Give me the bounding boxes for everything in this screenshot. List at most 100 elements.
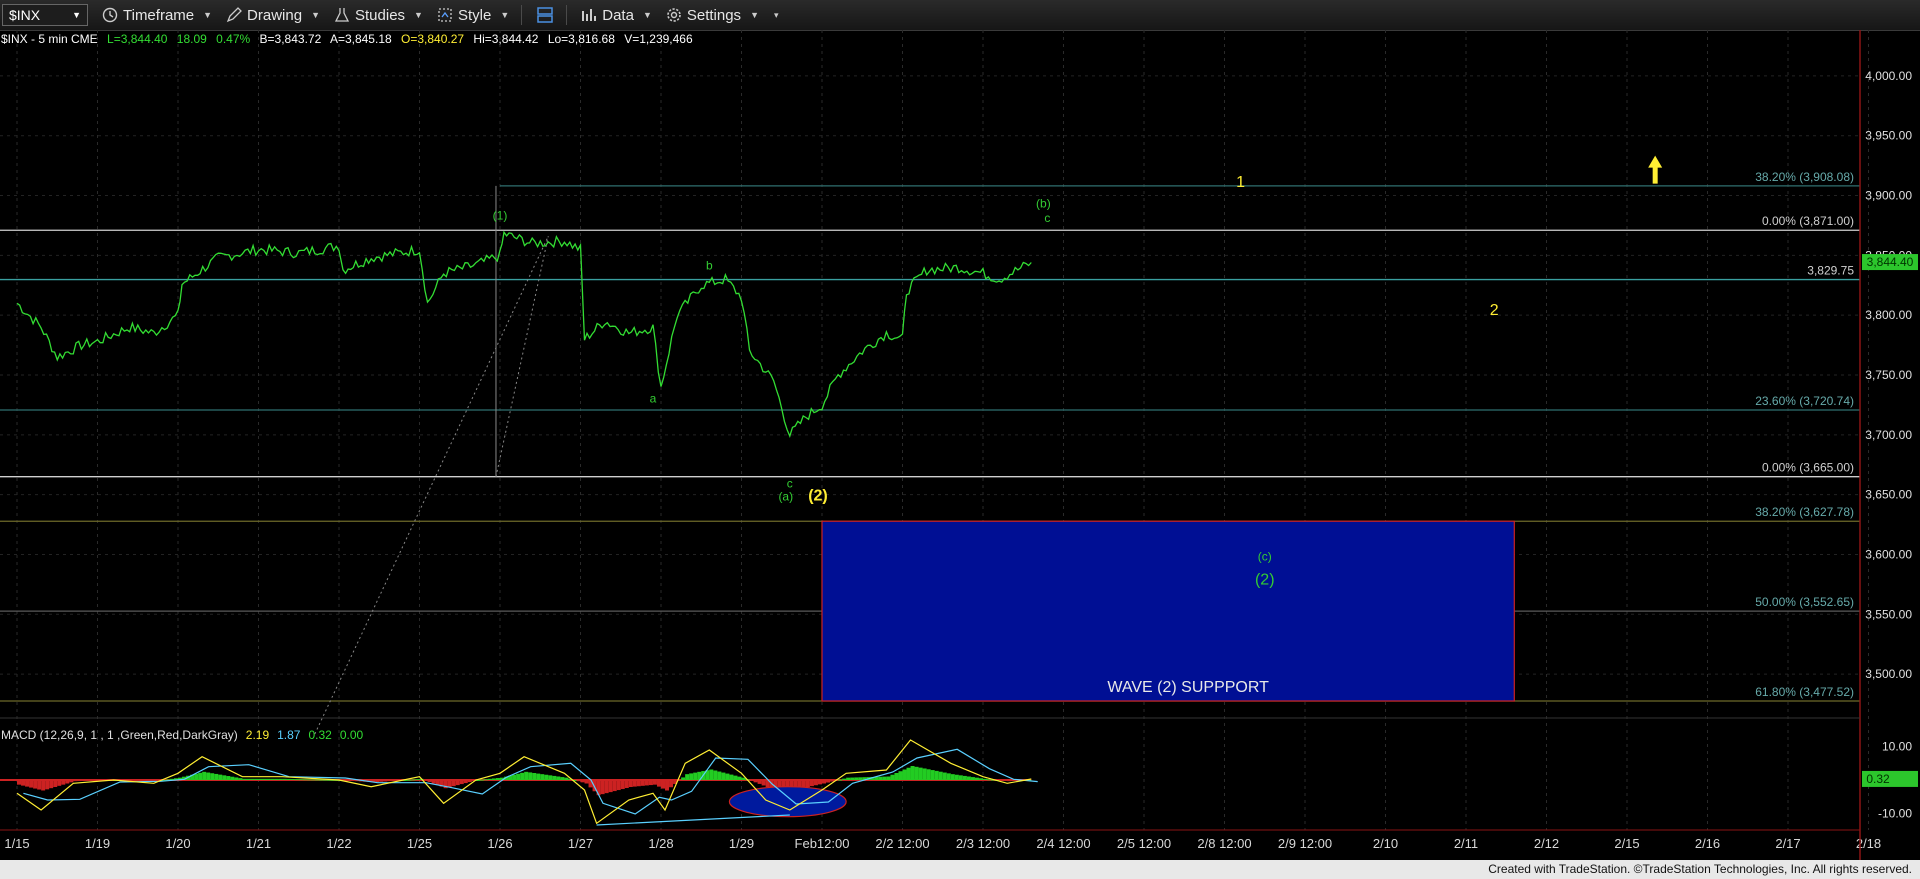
macd-histogram-bar <box>415 779 420 781</box>
support-box-label: WAVE (2) SUPPPORT <box>1107 679 1269 696</box>
macd-histogram-bar <box>689 773 694 780</box>
macd-histogram-bar <box>922 768 927 780</box>
macd-histogram-bar <box>926 769 931 780</box>
macd-histogram-bar <box>222 775 227 780</box>
chevron-down-icon[interactable]: ▼ <box>72 10 81 20</box>
macd-histogram-bar <box>805 780 810 787</box>
macd-label: MACD (12,26,9, 1 , 1 ,Green,Red,DarkGray… <box>1 728 238 742</box>
macd-histogram-bar <box>978 778 983 780</box>
overflow-chevron-icon[interactable]: ▾ <box>774 10 779 21</box>
macd-histogram-bar <box>741 777 746 780</box>
symbol-input[interactable]: $INX ▼ <box>2 4 88 26</box>
macd-histogram-bar <box>69 780 74 783</box>
change-percent: 0.47% <box>216 32 250 46</box>
macd-histogram-bar <box>194 773 199 780</box>
macd-histogram-bar <box>278 778 283 780</box>
macd-histogram-bar <box>306 779 311 781</box>
macd-histogram-bar <box>379 780 384 782</box>
symbol-description: $INX - 5 min CME <box>1 32 98 46</box>
macd-histogram-bar <box>81 780 86 781</box>
x-tick-label: 1/27 <box>568 836 593 851</box>
macd-histogram-bar <box>681 777 686 780</box>
chevron-down-icon: ▼ <box>750 10 759 20</box>
macd-histogram-bar <box>65 780 70 784</box>
style-label: Style <box>457 6 492 24</box>
macd-histogram-bar <box>914 766 919 780</box>
macd-histogram-bar <box>210 773 215 780</box>
settings-label: Settings <box>686 6 742 24</box>
x-tick-label: 2/5 12:00 <box>1117 836 1171 851</box>
macd-histogram-bar <box>250 778 255 780</box>
x-tick-label: 2/15 <box>1614 836 1639 851</box>
macd-histogram-bar <box>423 780 428 781</box>
macd-histogram-bar <box>813 780 818 786</box>
macd-histogram-bar <box>49 780 54 789</box>
macd-histogram-bar <box>202 771 207 780</box>
data-button[interactable]: Data ▼ <box>581 7 652 24</box>
chart-area[interactable]: 38.20% (3,908.08) 0.00% (3,871.00) 3,829.7… <box>0 30 1920 860</box>
x-tick-label: 1/29 <box>729 836 754 851</box>
wave-label: (2) <box>808 488 828 505</box>
macd-histogram-bar <box>290 779 295 780</box>
price-series <box>16 230 1032 439</box>
macd-histogram-bar <box>560 777 565 780</box>
macd-histogram-bar <box>822 780 826 784</box>
clock-icon <box>102 7 118 23</box>
macd-histogram-bar <box>890 774 895 780</box>
macd-histogram-bar <box>886 776 891 780</box>
macd-histogram-bar <box>133 780 138 781</box>
macd-panel: MACD (12,26,9, 1 , 1 ,Green,Red,DarkGray… <box>0 728 1918 826</box>
y-tick-label: 3,800.00 <box>1865 308 1912 322</box>
macd-histogram-bar <box>218 774 223 780</box>
macd-histogram-bar <box>282 778 287 780</box>
settings-button[interactable]: Settings ▼ ▾ <box>666 7 779 24</box>
macd-value: 2.19 <box>246 728 270 742</box>
macd-histogram-bar <box>556 776 561 780</box>
style-button[interactable]: Style ▼ <box>437 7 509 24</box>
drawing-button[interactable]: Drawing ▼ <box>226 7 320 24</box>
macd-histogram-bar <box>347 780 352 781</box>
macd-histogram-bar <box>934 770 939 780</box>
wave-label: a <box>650 392 657 406</box>
macd-histogram-bar <box>1011 780 1016 781</box>
macd-histogram-bar <box>318 779 323 781</box>
y-tick-label: 3,900.00 <box>1865 189 1912 203</box>
macd-histogram-bar <box>230 776 235 780</box>
macd-histogram-bar <box>298 779 303 781</box>
x-tick-label: 2/9 12:00 <box>1278 836 1332 851</box>
chevron-down-icon: ▼ <box>311 10 320 20</box>
macd-histogram-bar <box>636 780 641 787</box>
macd-histogram-bar <box>962 775 967 780</box>
volume: V=1,239,466 <box>624 32 693 46</box>
studies-button[interactable]: Studies ▼ <box>334 7 423 24</box>
macd-histogram-bar <box>17 780 21 785</box>
macd-histogram-bar <box>608 780 613 793</box>
macd-histogram-bar <box>294 779 299 781</box>
macd-histogram-bar <box>246 778 251 780</box>
macd-line <box>16 739 1032 825</box>
macd-histogram-bar <box>648 780 653 786</box>
wave-label: 1 <box>1236 174 1245 191</box>
macd-histogram-bar <box>580 780 585 783</box>
macd-histogram-bar <box>463 780 468 784</box>
macd-histogram-bar <box>987 779 992 781</box>
macd-histogram-bar <box>938 771 943 780</box>
macd-histogram-bar <box>270 778 275 780</box>
y-tick-label: 4,000.00 <box>1865 69 1912 83</box>
timeframe-button[interactable]: Timeframe ▼ <box>102 7 212 24</box>
change-value: 18.09 <box>177 32 207 46</box>
macd-histogram-bar <box>761 780 766 786</box>
macd-histogram-bar <box>878 776 883 780</box>
bar-chart-icon <box>582 9 597 21</box>
chevron-down-icon: ▼ <box>500 10 510 20</box>
macd-histogram-bar <box>918 767 923 780</box>
layout-button[interactable] <box>536 6 554 24</box>
macd-histogram-bar <box>77 780 82 782</box>
macd-histogram-bar <box>431 780 436 784</box>
last-price-tag-text: 3,844.40 <box>1867 255 1914 269</box>
x-tick-label: 2/12 <box>1534 836 1559 851</box>
macd-histogram-bar <box>85 780 90 781</box>
data-label: Data <box>602 6 634 24</box>
y-tick-label: 3,650.00 <box>1865 488 1912 502</box>
macd-histogram-bar <box>548 775 553 780</box>
